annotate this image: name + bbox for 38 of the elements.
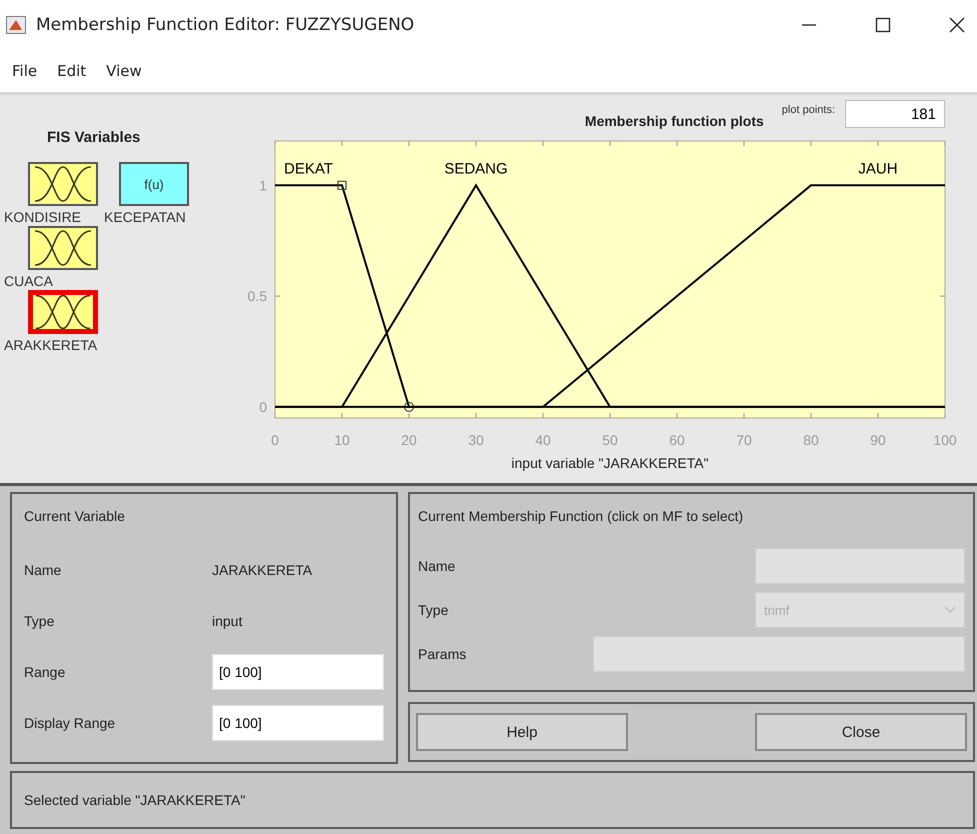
field-label: Type	[24, 612, 56, 628]
field-label: Name	[24, 562, 62, 578]
field-value: JARAKKERETA	[212, 562, 312, 578]
axis-tick-label: 1	[259, 177, 267, 194]
window-title: Membership Function Editor: FUZZYSUGENO	[36, 15, 414, 35]
panel-title: Current Variable	[24, 508, 126, 524]
variable-label: KONDISIRE	[4, 208, 82, 226]
field-label: Display Range	[24, 714, 116, 730]
status-text: Selected variable "JARAKKERETA"	[24, 792, 246, 808]
axis-tick-label: 90	[870, 432, 886, 448]
axis-tick-label: 10	[334, 432, 350, 448]
axis-tick-label: 0	[259, 398, 267, 415]
field-label: plot points:	[782, 104, 835, 116]
axis-tick-label: 40	[535, 432, 551, 448]
variable-label: CUACA	[4, 272, 54, 290]
field-value: input	[212, 612, 242, 628]
curve-label: JAUH	[858, 160, 898, 178]
axis-tick-label: 60	[669, 432, 685, 448]
variable-label: KECEPATAN	[104, 208, 186, 226]
axis-tick-label: 50	[602, 432, 618, 448]
chart-title: Membership function plots	[584, 113, 764, 129]
axis-tick-label: 20	[401, 432, 417, 448]
axis-tick-label: 80	[803, 432, 819, 448]
panel-title: FIS Variables	[47, 129, 142, 146]
curve-label: SEDANG	[444, 160, 508, 178]
axis-tick-label: 0.5	[248, 288, 267, 304]
axis-label: input variable "JARAKKERETA"	[511, 455, 709, 471]
panel-title: Current Membership Function (click on MF to select)	[418, 508, 744, 524]
field-label: Name	[418, 558, 456, 574]
variable-label: ARAKKERETA	[4, 336, 98, 354]
field-label: Type	[418, 602, 448, 618]
curve-label: DEKAT	[284, 160, 333, 178]
field-label: Range	[24, 664, 66, 680]
axis-tick-label: 0	[271, 432, 279, 448]
axis-tick-label: 100	[933, 432, 957, 448]
axis-tick-label: 70	[736, 432, 752, 448]
field-label: Params	[418, 646, 466, 662]
axis-tick-label: 30	[468, 432, 484, 448]
